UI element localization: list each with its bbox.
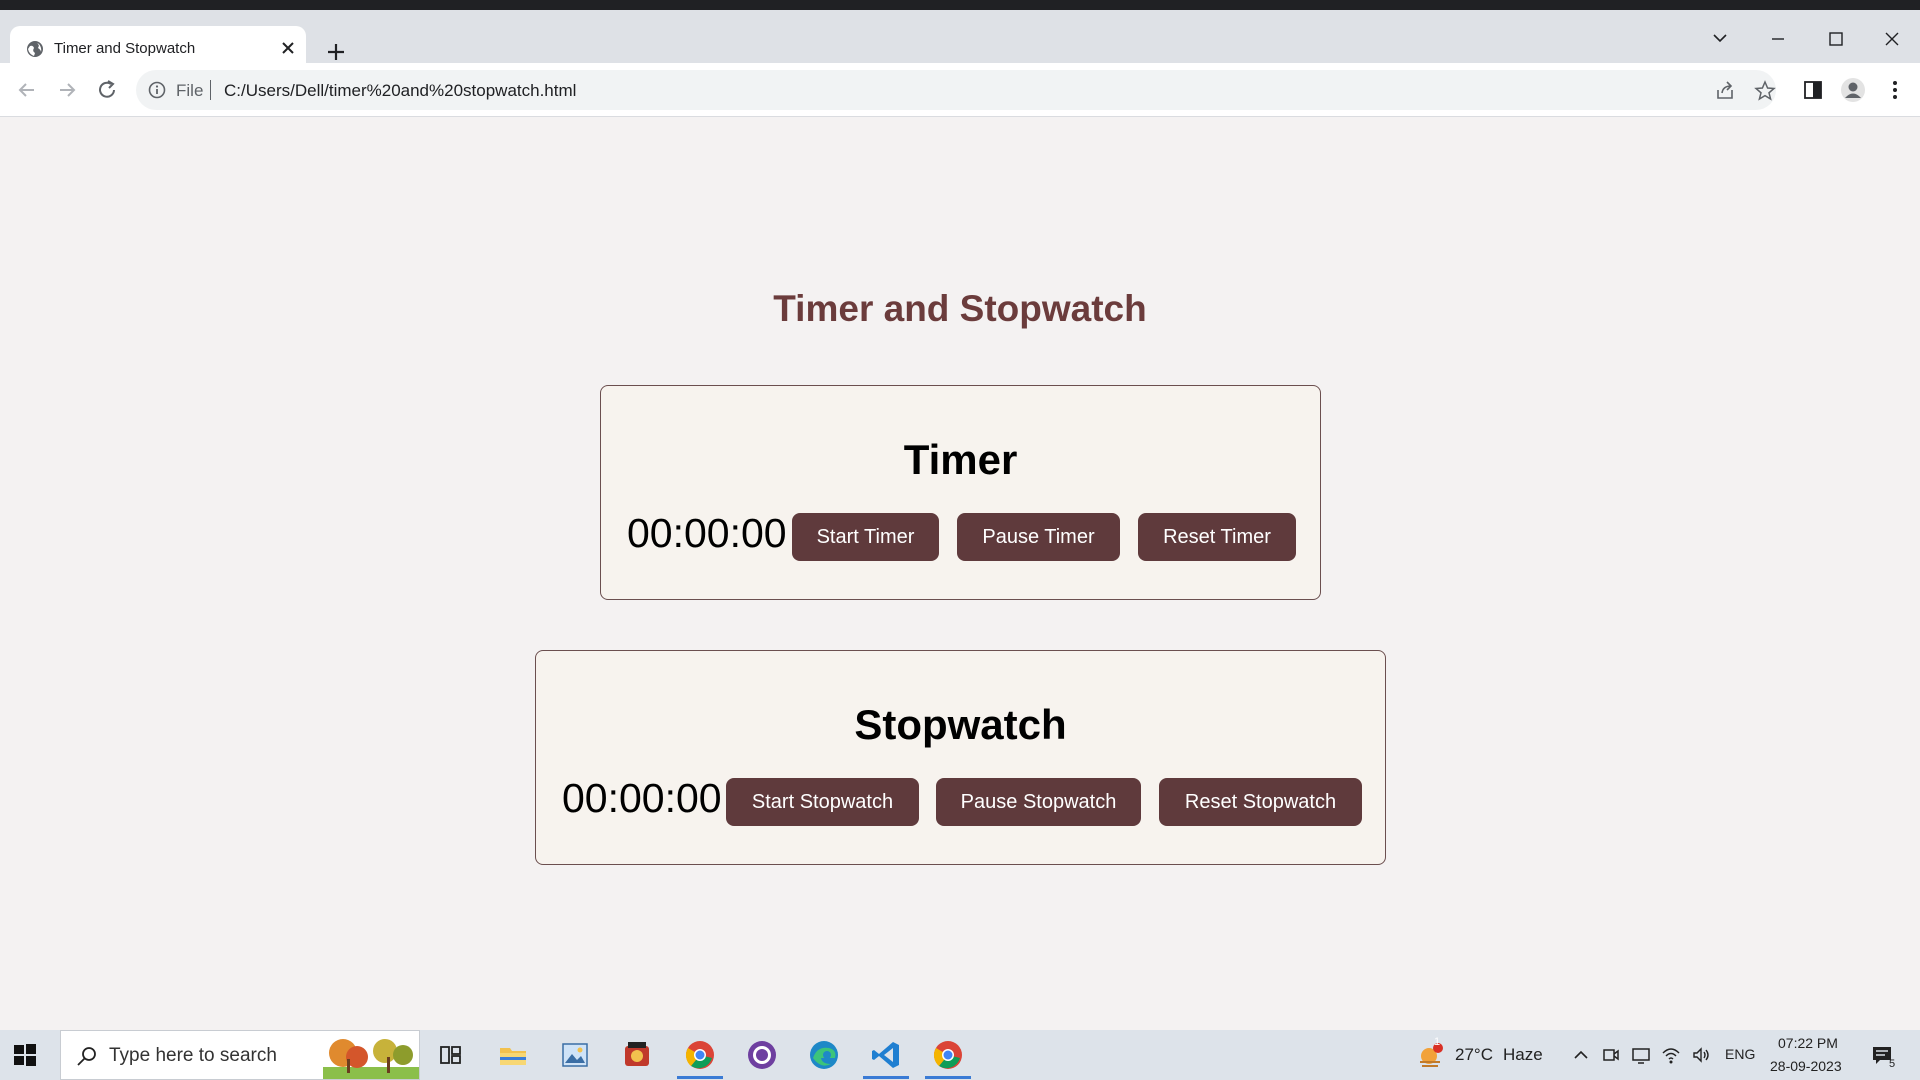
url-text[interactable]: C:/Users/Dell/timer%20and%20stopwatch.ht… xyxy=(224,81,576,101)
tab-bar: Timer and Stopwatch xyxy=(0,10,1920,73)
volume-icon[interactable] xyxy=(1691,1045,1711,1065)
side-panel-icon[interactable] xyxy=(1800,77,1826,103)
bookmark-star-icon[interactable] xyxy=(1754,80,1776,102)
vscode-active-indicator xyxy=(863,1076,909,1079)
windows-taskbar: Type here to search 1 27°C Haze ENG 07:2… xyxy=(0,1030,1920,1080)
scheme-label: File xyxy=(176,81,204,100)
maximize-icon[interactable] xyxy=(1816,24,1856,54)
tab-search-icon[interactable] xyxy=(1700,24,1740,54)
pause-timer-button[interactable]: Pause Timer xyxy=(957,513,1120,561)
chrome-active-indicator xyxy=(925,1076,971,1079)
media-app-icon[interactable] xyxy=(620,1038,654,1072)
chrome-icon[interactable] xyxy=(931,1038,965,1072)
language-indicator[interactable]: ENG xyxy=(1725,1046,1755,1062)
close-window-icon[interactable] xyxy=(1872,24,1912,54)
tab-title: Timer and Stopwatch xyxy=(54,40,196,57)
wifi-icon[interactable] xyxy=(1661,1045,1681,1065)
edge-icon[interactable] xyxy=(807,1038,841,1072)
chevron-up-icon[interactable] xyxy=(1571,1045,1591,1065)
timer-title: Timer xyxy=(903,436,1018,483)
forward-arrow-icon[interactable] xyxy=(54,77,80,103)
new-tab-icon[interactable] xyxy=(322,38,350,66)
reload-icon[interactable] xyxy=(94,77,120,103)
globe-icon xyxy=(27,41,43,57)
timer-display: 00:00:00 xyxy=(627,510,787,556)
weather-temp[interactable]: 27°C xyxy=(1455,1045,1493,1065)
stopwatch-display: 00:00:00 xyxy=(562,775,722,821)
page-title: Timer and Stopwatch xyxy=(773,288,1147,329)
file-explorer-icon[interactable] xyxy=(496,1038,530,1072)
notification-count: 5 xyxy=(1889,1058,1896,1070)
timer-card: Timer 00:00:00 Start Timer Pause Timer R… xyxy=(600,385,1321,600)
minimize-icon[interactable] xyxy=(1758,24,1798,54)
page-viewport: Timer and Stopwatch Timer 00:00:00 Start… xyxy=(0,118,1920,1030)
back-arrow-icon[interactable] xyxy=(14,77,40,103)
weather-alert-count: 1 xyxy=(1434,1036,1441,1048)
weather-condition[interactable]: Haze xyxy=(1503,1045,1543,1065)
windows-start-icon[interactable] xyxy=(12,1042,38,1068)
clock-time[interactable]: 07:22 PM xyxy=(1778,1035,1838,1051)
reset-timer-button[interactable]: Reset Timer xyxy=(1138,513,1296,561)
start-timer-button[interactable]: Start Timer xyxy=(792,513,939,561)
reset-stopwatch-button[interactable]: Reset Stopwatch xyxy=(1159,778,1362,826)
vscode-icon[interactable] xyxy=(869,1038,903,1072)
profile-avatar-icon[interactable] xyxy=(1840,77,1866,103)
stopwatch-card: Stopwatch 00:00:00 Start Stopwatch Pause… xyxy=(535,650,1386,865)
chrome-profile-active-indicator xyxy=(677,1076,723,1079)
taskbar-search-box[interactable]: Type here to search xyxy=(60,1030,420,1080)
start-stopwatch-button[interactable]: Start Stopwatch xyxy=(726,778,919,826)
address-bar[interactable]: File C:/Users/Dell/timer%20and%20stopwat… xyxy=(136,70,1776,110)
close-tab-icon[interactable] xyxy=(278,38,298,58)
window-top-strip xyxy=(0,0,1920,10)
browser-toolbar: File C:/Users/Dell/timer%20and%20stopwat… xyxy=(0,63,1920,117)
search-icon xyxy=(77,1047,96,1066)
autumn-trees-icon xyxy=(323,1039,419,1079)
share-icon[interactable] xyxy=(1714,80,1736,102)
chrome-profile-icon[interactable] xyxy=(683,1038,717,1072)
task-view-icon[interactable] xyxy=(433,1038,467,1072)
display-icon[interactable] xyxy=(1631,1045,1651,1065)
address-separator xyxy=(210,80,211,100)
clock-date[interactable]: 28-09-2023 xyxy=(1770,1058,1842,1074)
search-placeholder: Type here to search xyxy=(109,1045,277,1066)
github-desktop-icon[interactable] xyxy=(745,1038,779,1072)
pause-stopwatch-button[interactable]: Pause Stopwatch xyxy=(936,778,1141,826)
photos-icon[interactable] xyxy=(558,1038,592,1072)
meet-now-icon[interactable] xyxy=(1601,1045,1621,1065)
info-icon[interactable] xyxy=(148,81,166,99)
stopwatch-title: Stopwatch xyxy=(854,701,1067,748)
menu-kebab-icon[interactable] xyxy=(1882,77,1908,103)
